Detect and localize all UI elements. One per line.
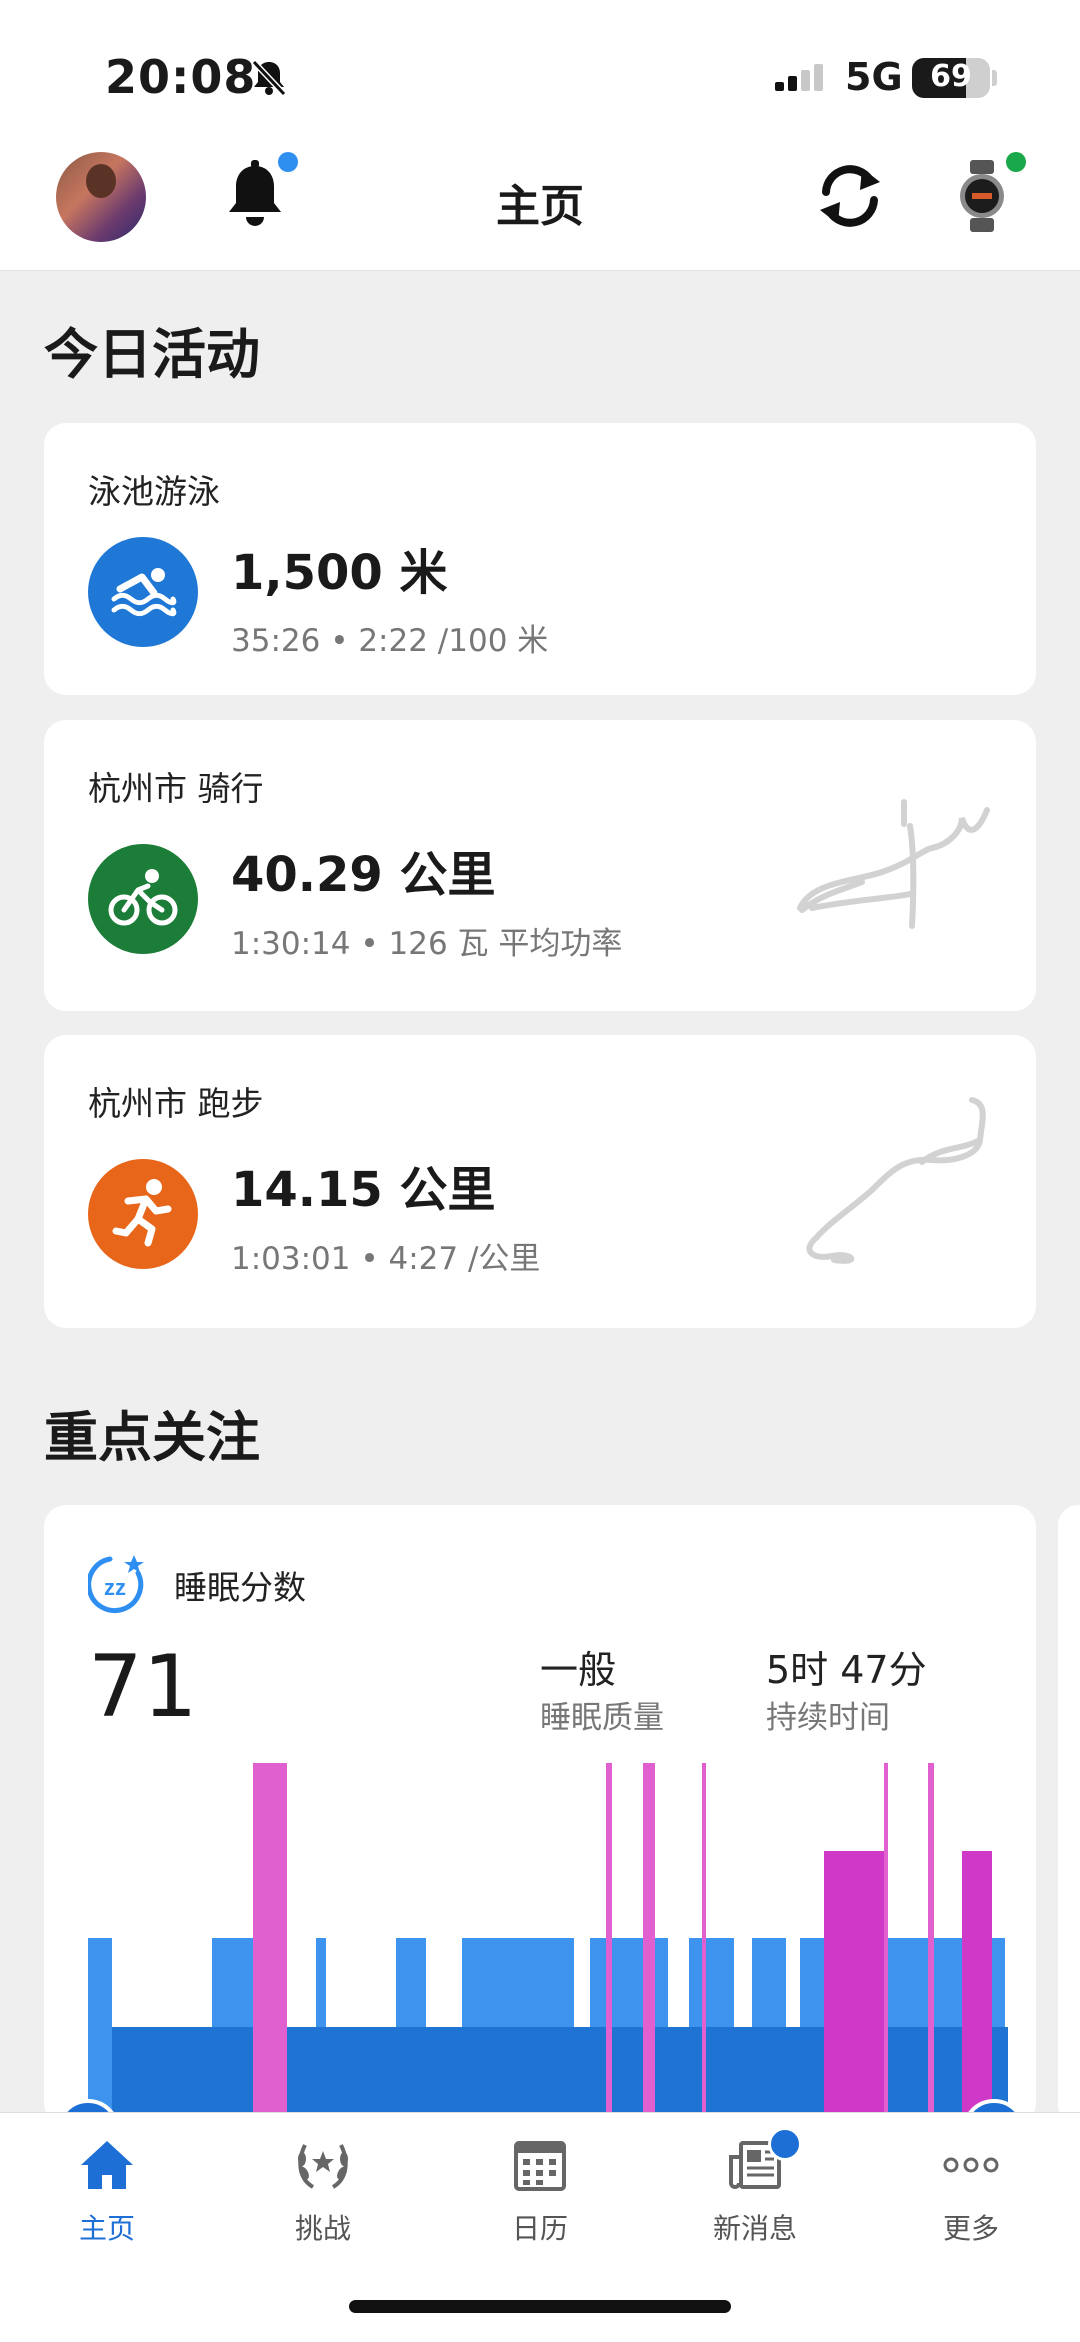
activity-value: 14.15 公里 — [231, 1162, 496, 1218]
route-map-ride — [797, 799, 990, 929]
activity-card-run[interactable]: 杭州市 跑步 14.15 公里 1:03:01 • 4:27 /公里 — [44, 1035, 1036, 1328]
tab-more[interactable]: 更多 — [881, 2137, 1061, 2247]
page-title: 主页 — [496, 181, 584, 232]
sleep-score: 71 — [88, 1637, 198, 1737]
bike-icon — [88, 844, 198, 954]
runner-icon — [88, 1159, 198, 1269]
sleep-title: 睡眠分数 — [174, 1568, 306, 1607]
activity-card-swim[interactable]: 泳池游泳 1,500 米 35:26 • 2:22 /100 米 — [44, 423, 1036, 695]
status-time: 20:08 — [105, 50, 257, 104]
sleep-quality-label: 睡眠质量 — [540, 1700, 664, 1736]
swimmer-icon — [88, 537, 198, 647]
sleep-duration-label: 持续时间 — [766, 1700, 890, 1736]
battery-icon: 69 — [912, 58, 990, 98]
sleep-zz-icon: zz — [86, 1553, 150, 1619]
sleep-stages-chart — [56, 1763, 1026, 2125]
sync-icon[interactable] — [812, 160, 888, 236]
signal-icon — [775, 62, 831, 102]
today-section-title: 今日活动 — [44, 323, 260, 386]
tab-calendar[interactable]: 日历 — [450, 2137, 630, 2247]
news-badge — [768, 2127, 802, 2161]
activity-title: 泳池游泳 — [88, 472, 220, 511]
network-type: 5G — [845, 55, 903, 99]
activity-title: 杭州市 跑步 — [88, 1084, 264, 1123]
route-map-run — [806, 1097, 986, 1264]
tab-label: 日历 — [511, 2212, 568, 2245]
calendar-icon — [514, 2141, 566, 2191]
activity-value: 40.29 公里 — [231, 847, 496, 903]
activity-title: 杭州市 骑行 — [88, 769, 264, 808]
sleep-quality-value: 一般 — [540, 1648, 617, 1692]
tab-label: 主页 — [78, 2212, 135, 2245]
bell-muted-icon — [250, 58, 288, 102]
next-card-peek[interactable] — [1058, 1505, 1080, 2125]
sleep-duration-value: 5时 47分 — [766, 1648, 927, 1692]
watch-icon[interactable] — [958, 160, 1006, 236]
status-bar: 20:08 5G 69 — [0, 0, 1080, 140]
battery-level: 69 — [930, 59, 972, 94]
tab-label: 更多 — [942, 2212, 999, 2245]
tab-label: 新消息 — [712, 2212, 797, 2245]
activity-details: 1:30:14 • 126 瓦 平均功率 — [231, 926, 623, 962]
tab-news[interactable]: 新消息 — [665, 2137, 845, 2247]
laurel-icon — [298, 2144, 348, 2189]
battery-tip — [992, 70, 997, 86]
tab-label: 挑战 — [294, 2212, 351, 2245]
tab-home[interactable]: 主页 — [17, 2137, 197, 2247]
focus-section-title: 重点关注 — [44, 1406, 260, 1469]
activity-card-ride[interactable]: 杭州市 骑行 40.29 公里 1:30:14 • 126 瓦 平均功率 — [44, 720, 1036, 1011]
tab-challenges[interactable]: 挑战 — [233, 2137, 413, 2247]
activity-details: 1:03:01 • 4:27 /公里 — [231, 1241, 541, 1277]
activity-details: 35:26 • 2:22 /100 米 — [231, 623, 549, 659]
activity-value: 1,500 米 — [231, 545, 448, 601]
svg-text:zz: zz — [104, 1575, 126, 1600]
home-indicator[interactable] — [349, 2300, 731, 2313]
more-icon — [943, 2157, 999, 2173]
notification-badge — [278, 152, 298, 172]
device-connected-badge — [1006, 152, 1026, 172]
sleep-score-card[interactable]: zz 睡眠分数 71 一般 睡眠质量 5时 47分 持续时间 — [44, 1505, 1036, 2125]
home-icon — [81, 2141, 133, 2189]
